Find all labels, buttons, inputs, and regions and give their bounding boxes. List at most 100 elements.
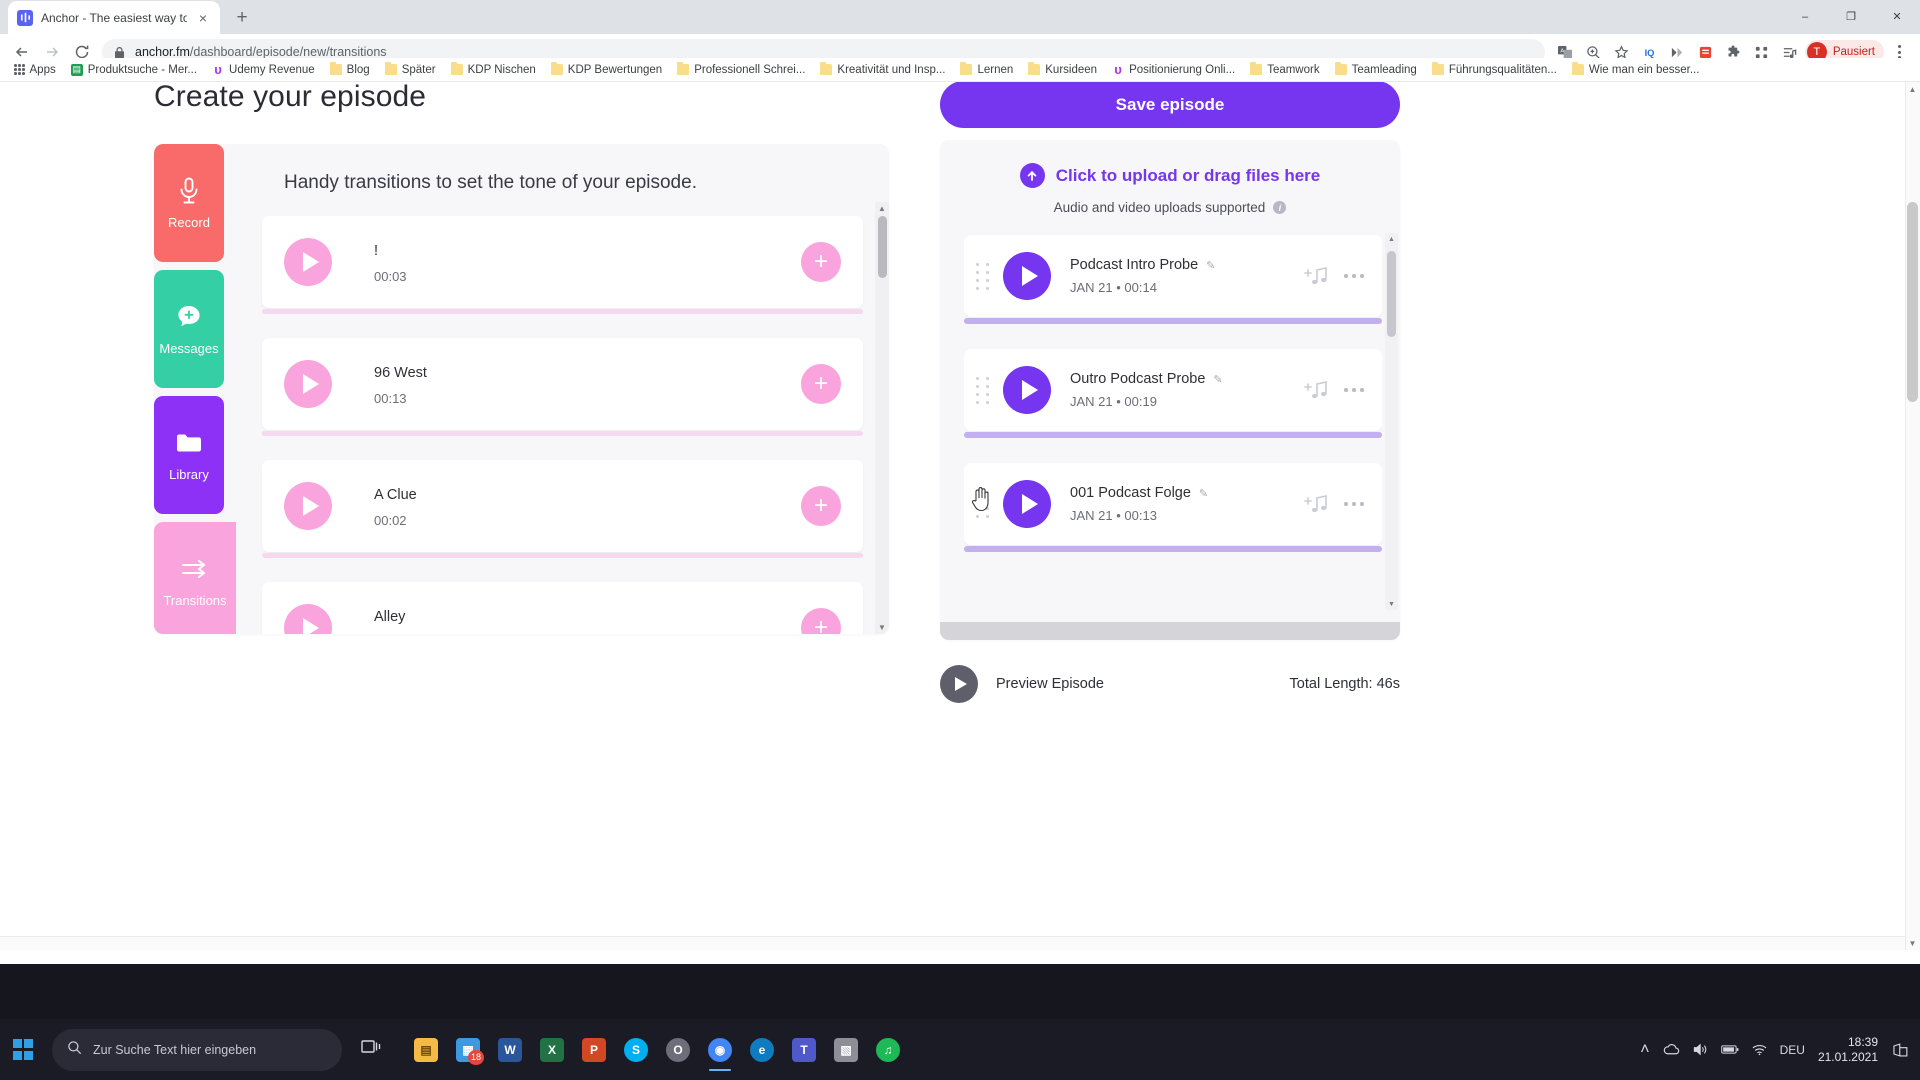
chrome-menu-icon[interactable]	[1886, 45, 1912, 59]
taskbar-app-ebook[interactable]: ▧	[826, 1026, 866, 1074]
transition-row[interactable]: A Clue 00:02 +	[262, 460, 863, 558]
bookmark-blog[interactable]: Blog	[323, 62, 377, 78]
minimize-button[interactable]: –	[1782, 0, 1828, 33]
taskbar-app-excel[interactable]: X	[532, 1026, 572, 1074]
episode-track-row[interactable]: Podcast Intro Probe ✎ JAN 21 • 00:14	[964, 235, 1382, 324]
preview-play-icon[interactable]	[940, 665, 978, 703]
bookmark-kdp-bewertungen[interactable]: KDP Bewertungen	[544, 62, 669, 78]
bookmark-teamleading[interactable]: Teamleading	[1328, 62, 1424, 78]
drag-handle-icon[interactable]	[976, 490, 989, 518]
tray-chevron-up-icon[interactable]: ˄	[1640, 1041, 1649, 1059]
drag-handle-icon[interactable]	[976, 376, 989, 404]
close-icon[interactable]: ×	[195, 10, 211, 26]
bookmark-kreativitaet[interactable]: Kreativität und Insp...	[813, 62, 952, 78]
play-icon[interactable]	[1003, 366, 1051, 414]
bookmark-apps[interactable]: Apps	[7, 62, 63, 78]
maximize-button[interactable]: ❐	[1828, 0, 1874, 33]
edit-pencil-icon[interactable]: ✎	[1213, 373, 1222, 386]
taskbar-app-teams[interactable]: T	[784, 1026, 824, 1074]
scroll-down-icon[interactable]: ▼	[875, 621, 889, 634]
episode-list-scrollbar[interactable]: ▲ ▼	[1385, 233, 1398, 610]
scroll-up-icon[interactable]: ▲	[1906, 82, 1919, 96]
bookmark-label: Teamwork	[1267, 63, 1320, 76]
add-transition-button[interactable]: +	[801, 608, 841, 634]
music-note-icon[interactable]	[1303, 379, 1334, 401]
add-transition-button[interactable]: +	[801, 364, 841, 404]
notification-icon[interactable]	[1891, 1042, 1909, 1057]
taskbar-app-edge[interactable]: e	[742, 1026, 782, 1074]
bookmark-kdp-nischen[interactable]: KDP Nischen	[444, 62, 543, 78]
episode-track-row[interactable]: Outro Podcast Probe ✎ JAN 21 • 00:19	[964, 349, 1382, 438]
language-indicator[interactable]: DEU	[1780, 1043, 1805, 1057]
scroll-down-icon[interactable]: ▼	[1906, 936, 1919, 950]
play-icon[interactable]	[284, 604, 332, 634]
sidebar-item-library[interactable]: Library	[154, 396, 224, 514]
scrollbar-thumb[interactable]	[1907, 202, 1918, 402]
search-input[interactable]: Zur Suche Text hier eingeben	[52, 1028, 342, 1071]
clock[interactable]: 18:39 21.01.2021	[1818, 1035, 1878, 1065]
transition-row[interactable]: ! 00:03 +	[262, 216, 863, 314]
browser-tab[interactable]: Anchor - The easiest way to mak ×	[8, 1, 220, 34]
bookmark-spaeter[interactable]: Später	[378, 62, 443, 78]
info-icon[interactable]: i	[1273, 201, 1287, 214]
edit-pencil-icon[interactable]: ✎	[1199, 487, 1208, 500]
new-tab-button[interactable]: +	[228, 3, 256, 31]
bookmark-teamwork[interactable]: Teamwork	[1243, 62, 1326, 78]
bookmark-produktsuche[interactable]: ▤ Produktsuche - Mer...	[64, 62, 204, 78]
transition-row[interactable]: 96 West 00:13 +	[262, 338, 863, 436]
sidebar-item-messages[interactable]: Messages	[154, 270, 224, 388]
volume-icon[interactable]	[1693, 1043, 1708, 1056]
scroll-down-icon[interactable]: ▼	[1385, 598, 1398, 610]
transition-row[interactable]: Alley 00:10 +	[262, 582, 863, 634]
taskbar-app-skype[interactable]: S	[616, 1026, 656, 1074]
bookmark-kursideen[interactable]: Kursideen	[1021, 62, 1104, 78]
bookmark-positionierung[interactable]: ᴜ Positionierung Onli...	[1105, 62, 1242, 78]
page-horizontal-scrollbar[interactable]	[0, 936, 1905, 950]
play-icon[interactable]	[1003, 252, 1051, 300]
scroll-up-icon[interactable]: ▲	[1385, 233, 1398, 245]
episode-track-row[interactable]: 001 Podcast Folge ✎ JAN 21 • 00:13	[964, 463, 1382, 552]
play-icon[interactable]	[284, 482, 332, 530]
more-options-icon[interactable]	[1343, 273, 1364, 279]
taskbar-app-opera[interactable]: O	[658, 1026, 698, 1074]
transitions-scrollbar[interactable]: ▲ ▼	[875, 202, 889, 634]
taskbar-app-powerpoint[interactable]: P	[574, 1026, 614, 1074]
preview-episode-label[interactable]: Preview Episode	[996, 676, 1104, 692]
battery-icon[interactable]	[1720, 1044, 1739, 1055]
sidebar-item-transitions[interactable]: Transitions	[154, 522, 236, 634]
scrollbar-thumb[interactable]	[877, 216, 887, 278]
more-options-icon[interactable]	[1343, 501, 1364, 507]
taskbar-app-store[interactable]: ▦ 18	[448, 1026, 488, 1074]
bookmark-udemy-revenue[interactable]: ᴜ Udemy Revenue	[205, 62, 322, 78]
bookmark-fuehrungsqualitaeten[interactable]: Führungsqualitäten...	[1425, 62, 1564, 78]
more-options-icon[interactable]	[1343, 387, 1364, 393]
taskbar-app-word[interactable]: W	[490, 1026, 530, 1074]
scroll-up-icon[interactable]: ▲	[875, 202, 889, 215]
drag-handle-icon[interactable]	[976, 262, 989, 290]
add-transition-button[interactable]: +	[801, 486, 841, 526]
play-icon[interactable]	[284, 360, 332, 408]
bookmark-professionell-schreiben[interactable]: Professionell Schrei...	[670, 62, 812, 78]
taskbar-app-spotify[interactable]: ♫	[868, 1026, 908, 1074]
start-button[interactable]	[0, 1019, 46, 1080]
onedrive-icon[interactable]	[1663, 1043, 1680, 1056]
close-window-button[interactable]: ✕	[1874, 0, 1920, 33]
save-episode-button[interactable]: Save episode	[940, 82, 1400, 128]
play-icon[interactable]	[284, 238, 332, 286]
taskbar-app-file-explorer[interactable]: ▤	[406, 1026, 446, 1074]
sidebar-item-record[interactable]: Record	[154, 144, 224, 262]
music-note-icon[interactable]	[1303, 265, 1334, 287]
bookmark-lernen[interactable]: Lernen	[953, 62, 1020, 78]
music-note-icon[interactable]	[1303, 493, 1334, 515]
page-scrollbar[interactable]: ▲ ▼	[1905, 82, 1920, 950]
teams-app-icon: T	[792, 1037, 816, 1062]
scrollbar-thumb[interactable]	[1387, 251, 1396, 337]
wifi-icon[interactable]	[1752, 1044, 1767, 1056]
edit-pencil-icon[interactable]: ✎	[1206, 259, 1215, 272]
taskbar-app-chrome[interactable]: ◉	[700, 1026, 740, 1074]
bookmark-wie-man-ein-besserer[interactable]: Wie man ein besser...	[1565, 62, 1707, 78]
task-view-button[interactable]	[352, 1026, 392, 1074]
play-icon[interactable]	[1003, 480, 1051, 528]
upload-dropzone[interactable]: Click to upload or drag files here	[940, 140, 1400, 188]
add-transition-button[interactable]: +	[801, 242, 841, 282]
